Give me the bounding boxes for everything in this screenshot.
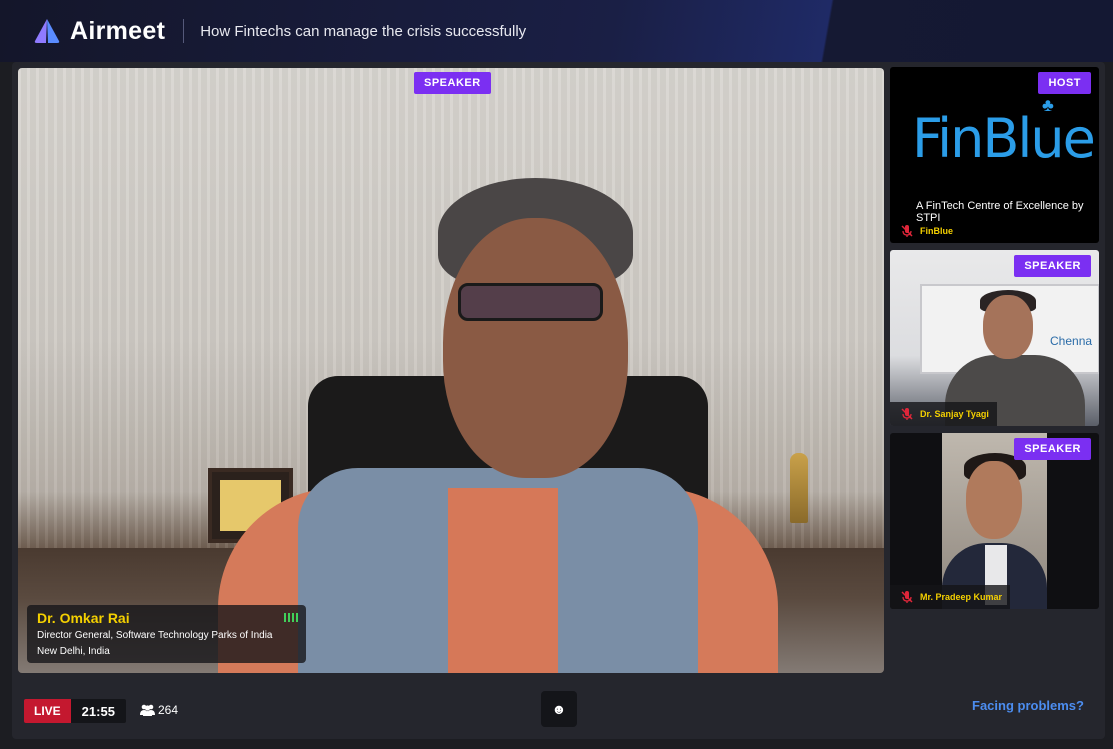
host-tile[interactable]: ♣ FinBlue A FinTech Centre of Excellence… — [890, 67, 1099, 243]
speaker-name: Dr. Sanjay Tyagi — [920, 409, 989, 419]
brand[interactable]: Airmeet — [32, 17, 165, 46]
speaker-name: Dr. Omkar Rai — [37, 610, 130, 626]
speaker-name-label: Dr. Sanjay Tyagi — [890, 402, 997, 426]
facing-problems-link[interactable]: Facing problems? — [972, 698, 1084, 713]
speaker-tile-pradeep[interactable]: SPEAKER Mr. Pradeep Kumar — [890, 433, 1099, 609]
event-title: How Fintechs can manage the crisis succe… — [200, 22, 527, 40]
brand-name: Airmeet — [70, 16, 166, 45]
speaker-name: Mr. Pradeep Kumar — [920, 592, 1003, 602]
people-icon — [140, 704, 155, 716]
trophy — [790, 453, 808, 523]
main-speaker-role-badge: SPEAKER — [414, 72, 491, 94]
reaction-button[interactable]: ☻ — [541, 691, 577, 727]
mic-muted-icon — [901, 225, 913, 237]
speaker-title: Director General, Software Technology Pa… — [37, 630, 273, 641]
host-name-label: FinBlue — [890, 219, 961, 243]
main-speaker-video[interactable] — [18, 68, 884, 673]
elapsed-time: 21:55 — [70, 699, 126, 723]
top-bar: Airmeet How Fintechs can manage the cris… — [0, 0, 1113, 62]
live-indicator: LIVE 21:55 — [24, 699, 126, 723]
host-name: FinBlue — [920, 226, 953, 236]
speaker-role-badge: SPEAKER — [1014, 438, 1091, 460]
speaker-role-badge: SPEAKER — [1014, 255, 1091, 277]
main-speaker-nameplate: Dr. Omkar Rai Director General, Software… — [27, 605, 306, 663]
live-badge: LIVE — [24, 699, 71, 723]
attendee-count[interactable]: 264 — [140, 703, 178, 717]
background-sign-text: Chenna — [1050, 334, 1093, 348]
header-divider — [183, 19, 185, 43]
smiley-icon: ☻ — [551, 701, 567, 717]
speaker-location: New Delhi, India — [37, 646, 110, 657]
speaker-name-label: Mr. Pradeep Kumar — [890, 585, 1011, 609]
mic-muted-icon — [901, 591, 913, 603]
mic-muted-icon — [901, 408, 913, 420]
airmeet-logo-icon — [32, 17, 62, 45]
host-role-badge: HOST — [1038, 72, 1091, 94]
audio-level-icon — [284, 613, 298, 622]
speaker-tile-sanjay[interactable]: Chenna SPEAKER Dr. Sanjay Tyagi — [890, 250, 1099, 426]
attendee-count-value: 264 — [158, 703, 179, 717]
finblue-logo: FinBlue — [912, 107, 1096, 170]
